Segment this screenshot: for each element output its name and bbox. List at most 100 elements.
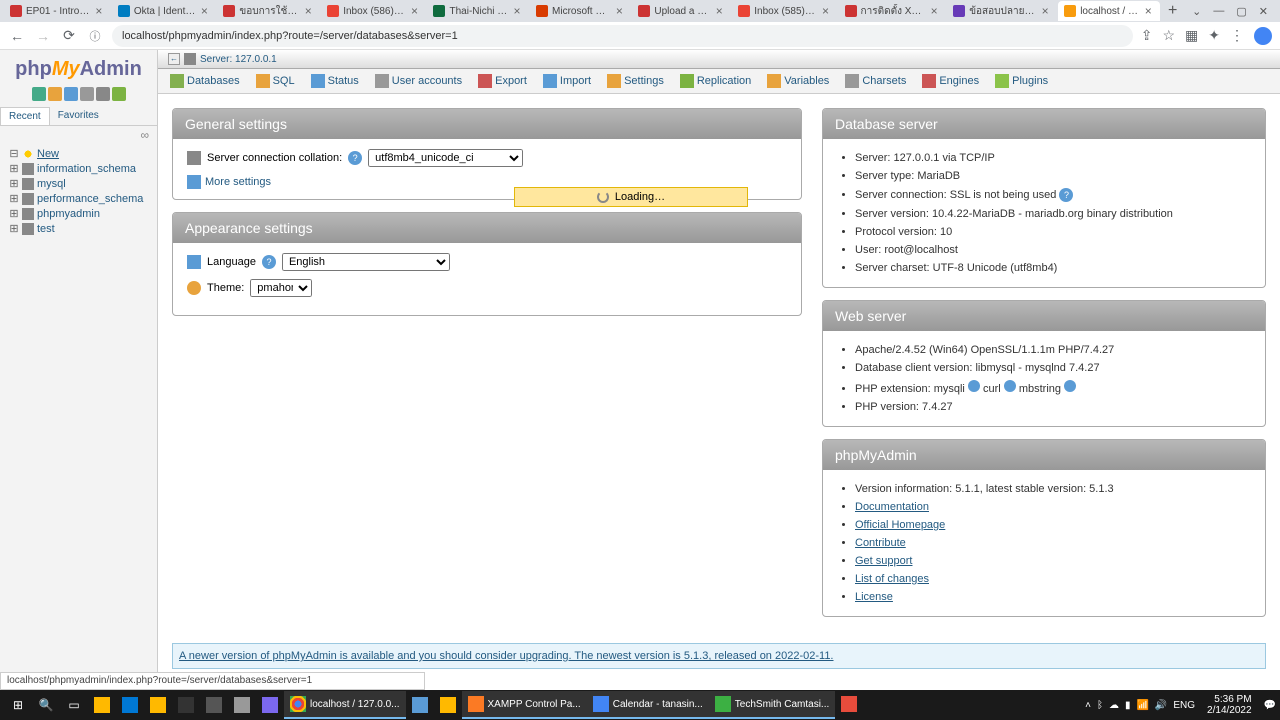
share-icon[interactable]: ⇪ [1141,27,1153,45]
app-icon[interactable] [116,691,144,719]
expand-icon[interactable]: ⊞ [8,192,20,205]
menu-charsets[interactable]: Charsets [837,69,914,93]
expand-icon[interactable]: ⊞ [8,177,20,190]
explorer-icon[interactable] [88,691,116,719]
tab-1[interactable]: Okta | Identity f× [112,1,217,21]
pma-logo[interactable]: phpMyAdmin [0,54,157,85]
app-icon[interactable] [172,691,200,719]
link-changes[interactable]: List of changes [855,573,929,585]
taskbar-camtasia[interactable]: TechSmith Camtasi... [709,691,835,719]
db-information-schema[interactable]: ⊞information_schema [4,161,153,176]
tab-6[interactable]: Upload a vide× [632,1,731,21]
taskbar-app[interactable] [835,691,863,719]
help-icon[interactable]: ? [262,255,276,269]
tab-3[interactable]: Inbox (586) - ta× [321,1,426,21]
collapse-infinity-icon[interactable]: ∞ [0,126,157,144]
chevron-down-icon[interactable]: ⌄ [1192,5,1201,18]
link-support[interactable]: Get support [855,555,912,567]
new-tab-button[interactable]: + [1161,2,1184,20]
close-icon[interactable]: × [713,5,725,17]
menu-settings[interactable]: Settings [599,69,672,93]
app-icon[interactable] [200,691,228,719]
taskbar-xampp[interactable]: XAMPP Control Pa... [462,691,587,719]
help-icon[interactable]: ? [348,151,362,165]
link-contribute[interactable]: Contribute [855,537,906,549]
menu-user-accounts[interactable]: User accounts [367,69,470,93]
extensions-icon[interactable]: ✦ [1208,27,1220,45]
home-icon[interactable] [32,87,46,101]
tab-7[interactable]: Inbox (585) - ta× [732,1,837,21]
menu-plugins[interactable]: Plugins [987,69,1056,93]
url-input[interactable] [112,25,1133,47]
db-performance-schema[interactable]: ⊞performance_schema [4,191,153,206]
tray-wifi-icon[interactable]: 📶 [1136,700,1148,711]
tab-2[interactable]: ขอบการใช้งาน× [217,1,320,21]
clock[interactable]: 5:36 PM 2/14/2022 [1201,694,1258,716]
close-icon[interactable]: × [511,5,523,17]
logout-icon[interactable] [48,87,62,101]
expand-icon[interactable]: ⊞ [8,162,20,175]
menu-sql[interactable]: SQL [248,69,303,93]
reload-button[interactable]: ⟳ [60,27,78,45]
qr-icon[interactable]: ▦ [1185,27,1198,45]
gear-icon[interactable] [96,87,110,101]
close-icon[interactable]: × [93,5,105,17]
link-documentation[interactable]: Documentation [855,501,929,513]
link-license[interactable]: License [855,591,893,603]
tab-9[interactable]: ข้อสอบปลายภาค× [947,1,1057,21]
close-icon[interactable]: × [928,5,940,17]
upgrade-link[interactable]: A newer version of phpMyAdmin is availab… [179,650,834,662]
tray-bluetooth-icon[interactable]: ᛒ [1097,700,1103,711]
menu-icon[interactable]: ⋮ [1230,27,1244,45]
tab-4[interactable]: Thai-Nichi Inst× [427,1,529,21]
expand-icon[interactable]: ⊞ [8,207,20,220]
profile-icon[interactable] [1254,27,1272,45]
maximize-icon[interactable]: ▢ [1236,5,1246,18]
db-test[interactable]: ⊞test [4,221,153,236]
tray-chevron-icon[interactable]: ˄ [1085,700,1091,711]
tab-10-active[interactable]: localhost / 127× [1058,1,1160,21]
app-icon[interactable] [144,691,172,719]
close-icon[interactable]: × [820,5,832,17]
app-icon[interactable] [228,691,256,719]
tab-recent[interactable]: Recent [0,107,50,125]
db-phpmyadmin[interactable]: ⊞phpmyadmin [4,206,153,221]
close-icon[interactable]: × [408,5,420,17]
tray-volume-icon[interactable]: 🔊 [1155,700,1167,711]
expand-icon[interactable]: ⊞ [8,222,20,235]
new-database-link[interactable]: ⊟New [4,146,153,161]
app-icon[interactable] [256,691,284,719]
collation-select[interactable]: utf8mb4_unicode_ci [368,149,523,167]
close-icon[interactable]: × [302,5,314,17]
link-homepage[interactable]: Official Homepage [855,519,945,531]
sql-icon[interactable] [80,87,94,101]
tray-cloud-icon[interactable]: ☁ [1109,700,1119,711]
task-view-icon[interactable]: ▭ [60,691,88,719]
close-icon[interactable]: × [1142,5,1154,17]
start-button[interactable]: ⊞ [4,691,32,719]
tab-0[interactable]: EP01 - Introduc× [4,1,111,21]
server-breadcrumb[interactable]: Server: 127.0.0.1 [200,54,277,65]
tab-favorites[interactable]: Favorites [50,107,107,125]
menu-import[interactable]: Import [535,69,599,93]
taskbar-chrome[interactable]: localhost / 127.0.0... [284,691,406,719]
menu-engines[interactable]: Engines [914,69,987,93]
taskbar-calendar[interactable]: Calendar - tanasin... [587,691,709,719]
notifications-icon[interactable]: 💬 [1264,700,1276,711]
menu-variables[interactable]: Variables [759,69,837,93]
close-icon[interactable]: × [1039,5,1051,17]
site-info-icon[interactable]: ⓘ [86,27,104,45]
app-icon[interactable] [406,691,434,719]
menu-replication[interactable]: Replication [672,69,759,93]
bookmark-icon[interactable]: ☆ [1162,27,1175,45]
tab-8[interactable]: การติดตั้ง Xamp× [839,1,947,21]
close-icon[interactable]: × [613,5,625,17]
reload-icon[interactable] [112,87,126,101]
db-mysql[interactable]: ⊞mysql [4,176,153,191]
tab-5[interactable]: Microsoft Offic× [530,1,631,21]
collapse-nav-icon[interactable]: ← [168,53,180,65]
forward-button[interactable]: → [34,27,52,45]
back-button[interactable]: ← [8,27,26,45]
app-icon[interactable] [434,691,462,719]
theme-select[interactable]: pmahomme [250,279,312,297]
